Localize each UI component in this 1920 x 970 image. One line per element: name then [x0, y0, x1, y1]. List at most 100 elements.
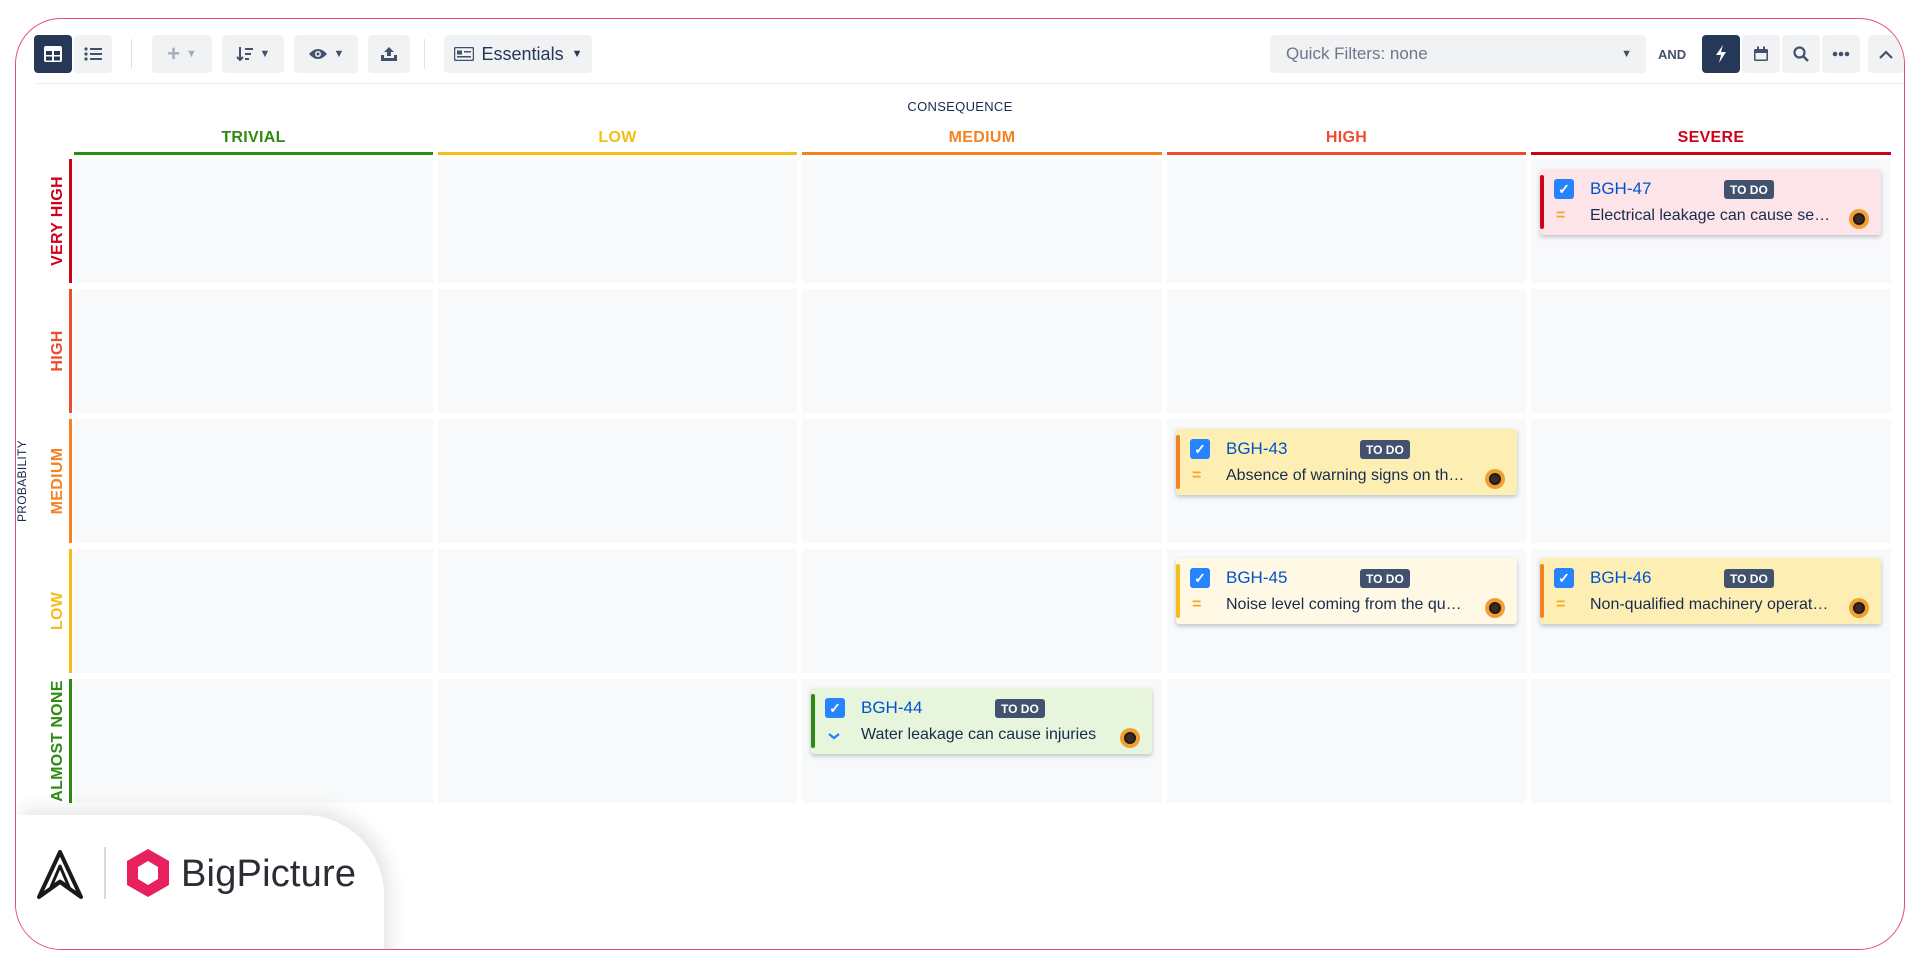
column-label: TRIVIAL [221, 129, 286, 146]
logo-divider [104, 847, 106, 899]
issue-key[interactable]: BGH-46 [1590, 568, 1651, 588]
issue-key[interactable]: BGH-44 [861, 698, 922, 718]
issue-card-bgh-47[interactable]: ✓ BGH-47 TO DO = Electrical leakage can … [1540, 169, 1881, 235]
issue-card-bgh-43[interactable]: ✓ BGH-43 TO DO = Absence of warning sign… [1176, 429, 1517, 495]
view-mode-label: Essentials [481, 43, 564, 64]
issue-key[interactable]: BGH-43 [1226, 439, 1287, 459]
matrix-cell[interactable] [1531, 679, 1891, 803]
column-header-high: HIGH [1167, 129, 1526, 155]
view-mode-dropdown[interactable]: Essentials ▼ [444, 35, 592, 73]
toolbar-divider-line [36, 83, 1904, 84]
card-severity-stripe [1176, 564, 1180, 618]
add-icon: + [167, 41, 180, 66]
issue-key[interactable]: BGH-47 [1590, 179, 1651, 199]
matrix-cell[interactable] [1531, 419, 1891, 543]
toolbar: + ▼ ▼ ▼ Essentials ▼ Quick Filters: none … [16, 19, 1904, 83]
collapse-toolbar-button[interactable] [1868, 35, 1904, 73]
card-view-icon [453, 47, 474, 61]
matrix-cell[interactable] [1167, 159, 1526, 283]
search-button[interactable] [1782, 35, 1820, 73]
card-severity-stripe [1540, 175, 1544, 229]
matrix-cell[interactable] [74, 419, 433, 543]
probability-axis-title: PROBABILITY [15, 440, 29, 522]
calendar-button[interactable] [1742, 35, 1780, 73]
more-icon [1832, 51, 1850, 57]
matrix-cell[interactable] [802, 419, 1162, 543]
list-view-icon [84, 47, 102, 61]
matrix-cell[interactable] [74, 549, 433, 673]
issue-key[interactable]: BGH-45 [1226, 568, 1287, 588]
matrix-cell[interactable] [802, 159, 1162, 283]
app-frame: + ▼ ▼ ▼ Essentials ▼ Quick Filters: none … [15, 18, 1905, 950]
chevron-down-icon: ▼ [571, 48, 583, 60]
and-toggle[interactable]: AND [1658, 47, 1686, 62]
lightning-icon [1716, 45, 1726, 63]
issue-summary: Non-qualified machinery operators [1590, 596, 1834, 613]
sort-icon [235, 47, 253, 62]
assignee-avatar[interactable] [1485, 469, 1505, 489]
matrix-cell[interactable] [438, 289, 797, 413]
task-type-icon: ✓ [1554, 179, 1574, 199]
assignee-avatar[interactable] [1849, 209, 1869, 229]
chevron-down-icon: ▼ [1621, 48, 1632, 60]
matrix-cell[interactable] [74, 159, 433, 283]
issue-card-bgh-44[interactable]: ✓ BGH-44 TO DO Water leakage can cause i… [811, 688, 1152, 754]
row-header-very-high: VERY HIGH [46, 159, 72, 283]
matrix-cell[interactable] [1167, 679, 1526, 803]
matrix-cell[interactable] [74, 289, 433, 413]
matrix-cell[interactable] [1531, 289, 1891, 413]
assignee-avatar[interactable] [1120, 728, 1140, 748]
issue-card-bgh-46[interactable]: ✓ BGH-46 TO DO = Non-qualified machinery… [1540, 558, 1881, 624]
task-type-icon: ✓ [825, 698, 845, 718]
row-label: HIGH [49, 330, 66, 372]
add-button[interactable]: + ▼ [152, 35, 212, 73]
quick-filters-dropdown[interactable]: Quick Filters: none ▼ [1270, 35, 1646, 73]
issue-card-bgh-45[interactable]: ✓ BGH-45 TO DO = Noise level coming from… [1176, 558, 1517, 624]
consequence-axis-title: CONSEQUENCE [907, 99, 1013, 114]
priority-medium-icon: = [1556, 596, 1566, 613]
matrix-cell[interactable] [438, 159, 797, 283]
list-view-button[interactable] [74, 35, 112, 73]
column-header-medium: MEDIUM [802, 129, 1162, 155]
column-label: MEDIUM [948, 129, 1016, 146]
sort-button[interactable]: ▼ [222, 35, 284, 73]
assignee-avatar[interactable] [1849, 598, 1869, 618]
matrix-cell[interactable] [74, 679, 433, 803]
board-view-button[interactable] [34, 35, 72, 73]
more-button[interactable] [1822, 35, 1860, 73]
matrix-cell[interactable] [802, 289, 1162, 413]
chevron-down-icon: ▼ [333, 48, 345, 60]
matrix-cell[interactable] [1167, 289, 1526, 413]
automation-button[interactable] [1702, 35, 1740, 73]
row-header-almost-none: ALMOST NONE [46, 679, 72, 803]
card-severity-stripe [1540, 564, 1544, 618]
priority-medium-icon: = [1192, 467, 1202, 484]
calendar-icon [1754, 46, 1768, 61]
assignee-avatar[interactable] [1485, 598, 1505, 618]
issue-summary: Absence of warning signs on the construc… [1226, 467, 1470, 484]
search-icon [1793, 46, 1809, 62]
visibility-button[interactable]: ▼ [294, 35, 358, 73]
task-type-icon: ✓ [1190, 568, 1210, 588]
column-header-severe: SEVERE [1531, 129, 1891, 155]
task-type-icon: ✓ [1190, 439, 1210, 459]
column-label: HIGH [1325, 129, 1368, 146]
collapse-icon [1879, 49, 1893, 59]
toolbar-divider [424, 39, 425, 69]
matrix-cell[interactable] [802, 549, 1162, 673]
row-label: ALMOST NONE [49, 680, 66, 802]
row-header-high: HIGH [46, 289, 72, 413]
card-severity-stripe [811, 694, 815, 748]
export-button[interactable] [368, 35, 410, 73]
export-icon [381, 47, 397, 61]
status-badge: TO DO [1360, 440, 1410, 459]
chevron-down-icon: ▼ [259, 48, 271, 60]
matrix-cell[interactable] [438, 419, 797, 543]
matrix-cell[interactable] [438, 679, 797, 803]
priority-medium-icon: = [1192, 596, 1202, 613]
column-header-low: LOW [438, 129, 797, 155]
status-badge: TO DO [995, 699, 1045, 718]
priority-medium-icon: = [1556, 207, 1566, 224]
row-label: MEDIUM [49, 447, 66, 515]
matrix-cell[interactable] [438, 549, 797, 673]
